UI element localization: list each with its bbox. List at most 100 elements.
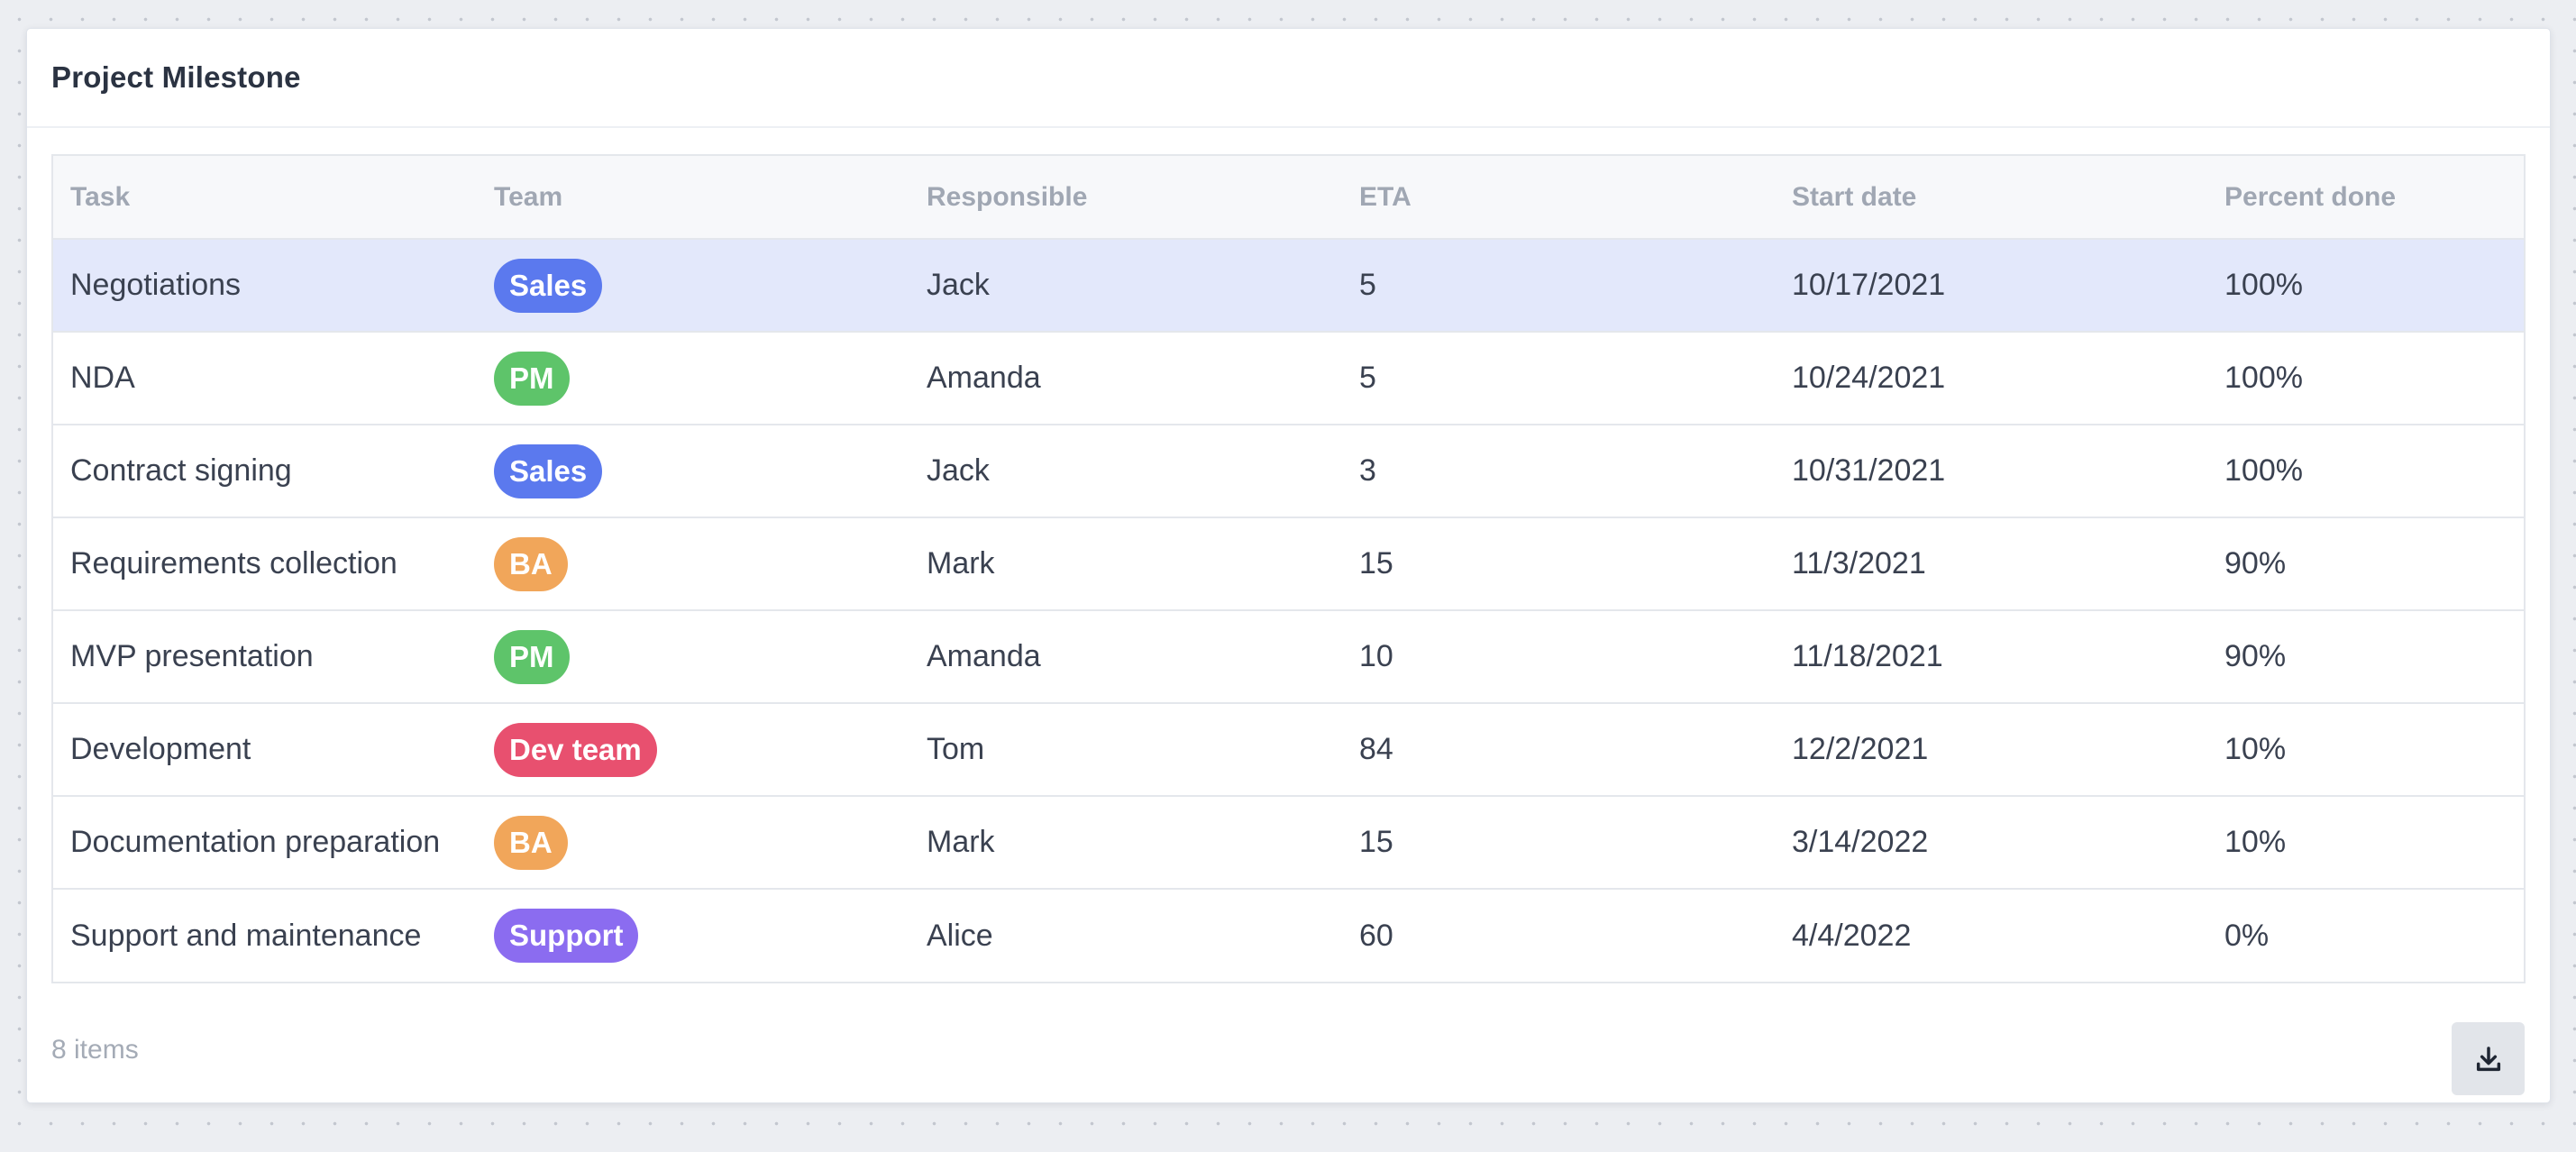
start-date-cell: 10/31/2021 [1775, 425, 2207, 517]
column-header-task[interactable]: Task [53, 156, 477, 240]
table-row[interactable]: Documentation preparation BA Mark 15 3/14/20… [53, 796, 2524, 889]
team-badge: PM [494, 629, 570, 684]
team-badge: PM [494, 351, 570, 406]
responsible-cell: Amanda [909, 610, 1342, 703]
eta-cell-text: 5 [1359, 268, 1376, 302]
table-header-row: Task Team Responsible ETA Start date Per… [53, 156, 2524, 240]
percent-done-cell-text: 100% [2224, 268, 2303, 302]
column-header-percent-done[interactable]: Percent done [2207, 156, 2524, 240]
column-header-start-date[interactable]: Start date [1775, 156, 2207, 240]
percent-done-cell-text: 10% [2224, 732, 2287, 766]
percent-done-cell: 100% [2207, 425, 2524, 517]
percent-done-cell-text: 0% [2224, 918, 2270, 953]
percent-done-cell: 10% [2207, 796, 2524, 889]
start-date-cell-text: 11/3/2021 [1792, 546, 1926, 581]
percent-done-cell: 10% [2207, 703, 2524, 796]
table-row[interactable]: Support and maintenance Support Alice 60 4/4… [53, 889, 2524, 982]
eta-cell: 5 [1342, 332, 1775, 425]
task-cell-text: Support and maintenance [70, 918, 422, 953]
percent-done-cell-text: 100% [2224, 453, 2303, 488]
task-cell: Development [53, 703, 477, 796]
start-date-cell-text: 10/24/2021 [1792, 361, 1946, 395]
eta-cell-text: 15 [1359, 825, 1393, 859]
percent-done-cell: 0% [2207, 889, 2524, 982]
start-date-cell: 11/18/2021 [1775, 610, 2207, 703]
start-date-cell: 11/3/2021 [1775, 517, 2207, 610]
task-cell-text: Requirements collection [70, 546, 397, 581]
team-badge: Support [494, 909, 639, 963]
percent-done-cell-text: 100% [2224, 361, 2303, 395]
download-icon [2474, 1045, 2503, 1074]
start-date-cell-text: 10/31/2021 [1792, 453, 1946, 488]
column-header-eta[interactable]: ETA [1342, 156, 1775, 240]
eta-cell-text: 84 [1359, 732, 1393, 766]
task-cell-text: Documentation preparation [70, 825, 441, 859]
team-cell: Dev team [477, 703, 909, 796]
task-cell-text: NDA [70, 361, 135, 395]
start-date-cell: 4/4/2022 [1775, 889, 2207, 982]
card-header: Project Milestone [27, 29, 2550, 128]
team-cell: BA [477, 517, 909, 610]
eta-cell: 60 [1342, 889, 1775, 982]
team-badge: BA [494, 815, 568, 870]
table-row[interactable]: Requirements collection BA Mark 15 11/3/2021… [53, 517, 2524, 610]
table-row[interactable]: Development Dev team Tom 84 12/2/2021 10% [53, 703, 2524, 796]
task-cell-text: Development [70, 732, 251, 766]
responsible-cell: Tom [909, 703, 1342, 796]
team-badge: Dev team [494, 722, 657, 777]
start-date-cell: 10/17/2021 [1775, 239, 2207, 332]
percent-done-cell: 100% [2207, 239, 2524, 332]
task-cell: Negotiations [53, 239, 477, 332]
start-date-cell-text: 12/2/2021 [1792, 732, 1929, 766]
start-date-cell-text: 3/14/2022 [1792, 825, 1929, 859]
responsible-cell: Mark [909, 796, 1342, 889]
responsible-cell-text: Mark [927, 546, 995, 581]
percent-done-cell-text: 90% [2224, 639, 2287, 673]
percent-done-cell: 90% [2207, 610, 2524, 703]
responsible-cell-text: Alice [927, 918, 993, 953]
start-date-cell-text: 10/17/2021 [1792, 268, 1946, 302]
column-header-responsible[interactable]: Responsible [909, 156, 1342, 240]
responsible-cell-text: Amanda [927, 639, 1041, 673]
task-cell: Requirements collection [53, 517, 477, 610]
table-header: Task Team Responsible ETA Start date Per… [53, 156, 2524, 240]
table-row[interactable]: NDA PM Amanda 5 10/24/2021 100% [53, 332, 2524, 425]
eta-cell: 5 [1342, 239, 1775, 332]
task-cell: NDA [53, 332, 477, 425]
eta-cell-text: 10 [1359, 639, 1393, 673]
team-cell: Sales [477, 425, 909, 517]
items-count: 8 items [51, 1035, 139, 1065]
responsible-cell: Mark [909, 517, 1342, 610]
start-date-cell: 3/14/2022 [1775, 796, 2207, 889]
eta-cell: 10 [1342, 610, 1775, 703]
download-button[interactable] [2452, 1022, 2525, 1095]
eta-cell: 15 [1342, 517, 1775, 610]
card-title: Project Milestone [51, 60, 301, 94]
eta-cell-text: 60 [1359, 918, 1393, 953]
table-row[interactable]: MVP presentation PM Amanda 10 11/18/2021 90% [53, 610, 2524, 703]
table-row[interactable]: Negotiations Sales Jack 5 10/17/2021 100% [53, 239, 2524, 332]
start-date-cell: 12/2/2021 [1775, 703, 2207, 796]
start-date-cell: 10/24/2021 [1775, 332, 2207, 425]
team-badge: Sales [494, 258, 603, 313]
start-date-cell-text: 11/18/2021 [1792, 639, 1943, 673]
percent-done-cell-text: 10% [2224, 825, 2287, 859]
table-row[interactable]: Contract signing Sales Jack 3 10/31/2021 100% [53, 425, 2524, 517]
percent-done-cell-text: 90% [2224, 546, 2287, 581]
eta-cell: 15 [1342, 796, 1775, 889]
responsible-cell-text: Tom [927, 732, 985, 766]
task-cell: Support and maintenance [53, 889, 477, 982]
responsible-cell-text: Mark [927, 825, 995, 859]
task-cell-text: MVP presentation [70, 639, 314, 673]
column-header-team[interactable]: Team [477, 156, 909, 240]
task-cell: Documentation preparation [53, 796, 477, 889]
task-cell-text: Negotiations [70, 268, 242, 302]
team-badge: BA [494, 536, 568, 591]
eta-cell-text: 3 [1359, 453, 1376, 488]
task-cell: MVP presentation [53, 610, 477, 703]
responsible-cell: Jack [909, 239, 1342, 332]
responsible-cell: Amanda [909, 332, 1342, 425]
eta-cell: 84 [1342, 703, 1775, 796]
team-cell: PM [477, 332, 909, 425]
responsible-cell-text: Amanda [927, 361, 1041, 395]
